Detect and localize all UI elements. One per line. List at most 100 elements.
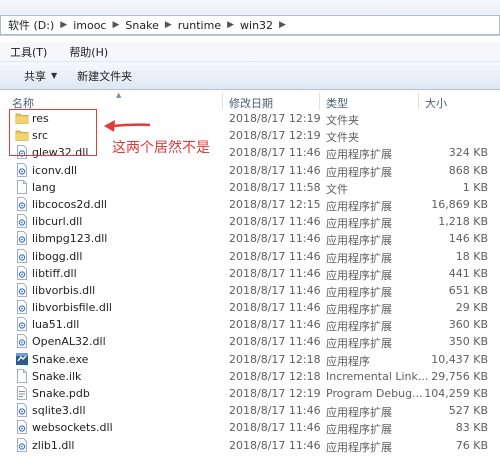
file-size: 441 KB bbox=[448, 266, 488, 280]
breadcrumb-item[interactable]: runtime ▶ bbox=[175, 19, 237, 32]
breadcrumb-chevron-icon[interactable]: ▶ bbox=[224, 20, 237, 30]
breadcrumb-label: imooc bbox=[73, 18, 107, 32]
breadcrumb-chevron-icon[interactable]: ▶ bbox=[162, 20, 175, 30]
file-name: Snake.ilk bbox=[32, 369, 82, 383]
file-name: libogg.dll bbox=[32, 249, 83, 263]
file-type: 文件 bbox=[326, 182, 348, 196]
breadcrumb-item[interactable]: imooc ▶ bbox=[70, 19, 122, 32]
file-type: 应用程序扩展 bbox=[326, 234, 392, 248]
breadcrumb-item[interactable]: 软件 (D:) ▶ bbox=[5, 17, 70, 33]
file-row[interactable]: libogg.dll 2018/8/17 11:46 应用程序扩展 18 KB bbox=[0, 248, 500, 265]
file-icon bbox=[15, 179, 29, 194]
file-name: lua51.dll bbox=[32, 318, 80, 332]
file-size: 146 KB bbox=[448, 232, 488, 246]
file-type: 文件夹 bbox=[326, 131, 359, 145]
file-name: libtiff.dll bbox=[32, 266, 77, 280]
file-type: 应用程序 bbox=[326, 354, 370, 368]
column-header-size[interactable]: 大小 bbox=[425, 95, 447, 111]
command-bar: 共享 ▼ 新建文件夹 bbox=[0, 62, 500, 90]
menu-bar: 工具(T) 帮助(H) bbox=[0, 42, 500, 62]
file-type: 应用程序扩展 bbox=[326, 423, 392, 437]
file-modified-date: 2018/8/17 11:46 bbox=[229, 438, 321, 452]
column-header-type[interactable]: 类型 bbox=[326, 95, 348, 111]
file-name: libvorbis.dll bbox=[32, 283, 96, 297]
file-row[interactable]: libcocos2d.dll 2018/8/17 12:15 应用程序扩展 16,86… bbox=[0, 196, 500, 213]
share-button[interactable]: 共享 ▼ bbox=[24, 68, 57, 84]
file-row[interactable]: zlib1.dll 2018/8/17 11:46 应用程序扩展 76 KB bbox=[0, 437, 500, 454]
breadcrumb-item[interactable]: win32 ▶ bbox=[237, 19, 289, 32]
file-name: libvorbisfile.dll bbox=[32, 301, 112, 315]
file-row[interactable]: iconv.dll 2018/8/17 11:46 应用程序扩展 868 KB bbox=[0, 162, 500, 179]
file-modified-date: 2018/8/17 11:46 bbox=[229, 421, 321, 435]
exe-file-icon bbox=[15, 352, 29, 366]
file-row[interactable]: websockets.dll 2018/8/17 11:46 应用程序扩展 83 KB bbox=[0, 419, 500, 436]
file-list: res 2018/8/17 12:19 文件夹 src 2018/8/17 12:19 文… bbox=[0, 110, 500, 454]
dll-file-icon bbox=[15, 248, 29, 263]
file-name: libcurl.dll bbox=[32, 215, 83, 229]
breadcrumb-chevron-icon[interactable]: ▶ bbox=[109, 20, 122, 30]
file-type: 应用程序扩展 bbox=[326, 148, 392, 162]
file-name: Snake.pdb bbox=[32, 387, 90, 400]
file-row[interactable]: lang 2018/8/17 11:58 文件 1 KB bbox=[0, 179, 500, 196]
file-name: lang bbox=[32, 180, 56, 194]
file-modified-date: 2018/8/17 11:46 bbox=[229, 266, 321, 280]
breadcrumb-item[interactable]: Snake ▶ bbox=[122, 19, 174, 32]
address-bar-area: 软件 (D:) ▶ imooc ▶ Snake ▶ runtime ▶ win32 ▶ bbox=[0, 0, 500, 36]
file-size: 360 KB bbox=[448, 318, 488, 332]
column-divider[interactable] bbox=[222, 92, 223, 110]
breadcrumb-chevron-icon[interactable]: ▶ bbox=[57, 20, 70, 30]
file-row[interactable]: Snake.ilk 2018/8/17 12:18 Incremental Link… bbox=[0, 368, 500, 385]
file-row[interactable]: libtiff.dll 2018/8/17 11:46 应用程序扩展 441 KB bbox=[0, 265, 500, 282]
file-name: zlib1.dll bbox=[32, 438, 75, 452]
file-modified-date: 2018/8/17 12:18 bbox=[229, 369, 321, 383]
dll-file-icon bbox=[15, 437, 29, 452]
menu-help[interactable]: 帮助(H) bbox=[69, 44, 108, 60]
file-row[interactable]: libcurl.dll 2018/8/17 11:46 应用程序扩展 1,218 KB bbox=[0, 213, 500, 230]
file-modified-date: 2018/8/17 11:46 bbox=[229, 215, 321, 229]
file-type: 应用程序扩展 bbox=[326, 285, 392, 299]
file-row[interactable]: Snake.exe 2018/8/17 12:18 应用程序 10,437 KB bbox=[0, 351, 500, 368]
dll-file-icon bbox=[15, 420, 29, 435]
file-size: 29 KB bbox=[455, 301, 488, 315]
file-size: 1,218 KB bbox=[438, 215, 488, 229]
column-divider[interactable] bbox=[319, 92, 320, 110]
menu-tools[interactable]: 工具(T) bbox=[10, 44, 47, 60]
file-size: 527 KB bbox=[448, 404, 488, 418]
file-type: 应用程序扩展 bbox=[326, 320, 392, 334]
file-type: Program Debug... bbox=[326, 387, 423, 400]
new-folder-button[interactable]: 新建文件夹 bbox=[77, 68, 132, 84]
column-divider[interactable] bbox=[418, 92, 419, 110]
file-modified-date: 2018/8/17 11:46 bbox=[229, 163, 321, 177]
file-type: 应用程序扩展 bbox=[326, 303, 392, 317]
file-modified-date: 2018/8/17 12:19 bbox=[229, 129, 321, 143]
share-button-label: 共享 bbox=[24, 69, 46, 83]
file-modified-date: 2018/8/17 11:46 bbox=[229, 146, 321, 160]
breadcrumb-chevron-icon[interactable]: ▶ bbox=[276, 20, 289, 30]
file-row[interactable]: libmpg123.dll 2018/8/17 11:46 应用程序扩展 146 KB bbox=[0, 230, 500, 247]
file-name: libmpg123.dll bbox=[32, 232, 108, 246]
dll-file-icon bbox=[15, 214, 29, 229]
file-type: 文件夹 bbox=[326, 114, 359, 127]
dll-file-icon bbox=[15, 162, 29, 177]
file-name: sqlite3.dll bbox=[32, 404, 86, 418]
file-size: 651 KB bbox=[448, 283, 488, 297]
dll-file-icon bbox=[15, 334, 29, 349]
file-row[interactable]: lua51.dll 2018/8/17 11:46 应用程序扩展 360 KB bbox=[0, 316, 500, 333]
breadcrumb-label: 软件 (D:) bbox=[8, 19, 55, 32]
address-bar[interactable]: 软件 (D:) ▶ imooc ▶ Snake ▶ runtime ▶ win32 ▶ bbox=[0, 15, 500, 35]
file-row[interactable]: libvorbis.dll 2018/8/17 11:46 应用程序扩展 651 KB bbox=[0, 282, 500, 299]
file-modified-date: 2018/8/17 11:46 bbox=[229, 404, 321, 418]
file-row[interactable]: OpenAL32.dll 2018/8/17 11:46 应用程序扩展 350 KB bbox=[0, 333, 500, 350]
file-modified-date: 2018/8/17 11:46 bbox=[229, 301, 321, 315]
file-size: 83 KB bbox=[455, 421, 488, 435]
dll-file-icon bbox=[15, 231, 29, 246]
file-row[interactable]: libvorbisfile.dll 2018/8/17 11:46 应用程序扩展 29… bbox=[0, 299, 500, 316]
file-size: 10,437 KB bbox=[431, 352, 488, 366]
column-header-modified[interactable]: 修改日期 bbox=[229, 95, 273, 111]
file-modified-date: 2018/8/17 11:46 bbox=[229, 335, 321, 349]
file-row[interactable]: sqlite3.dll 2018/8/17 11:46 应用程序扩展 527 KB bbox=[0, 402, 500, 419]
file-modified-date: 2018/8/17 11:46 bbox=[229, 249, 321, 263]
new-folder-button-label: 新建文件夹 bbox=[77, 69, 133, 83]
file-row[interactable]: Snake.pdb 2018/8/17 12:19 Program Debug...… bbox=[0, 385, 500, 402]
file-type: 应用程序扩展 bbox=[326, 251, 392, 265]
